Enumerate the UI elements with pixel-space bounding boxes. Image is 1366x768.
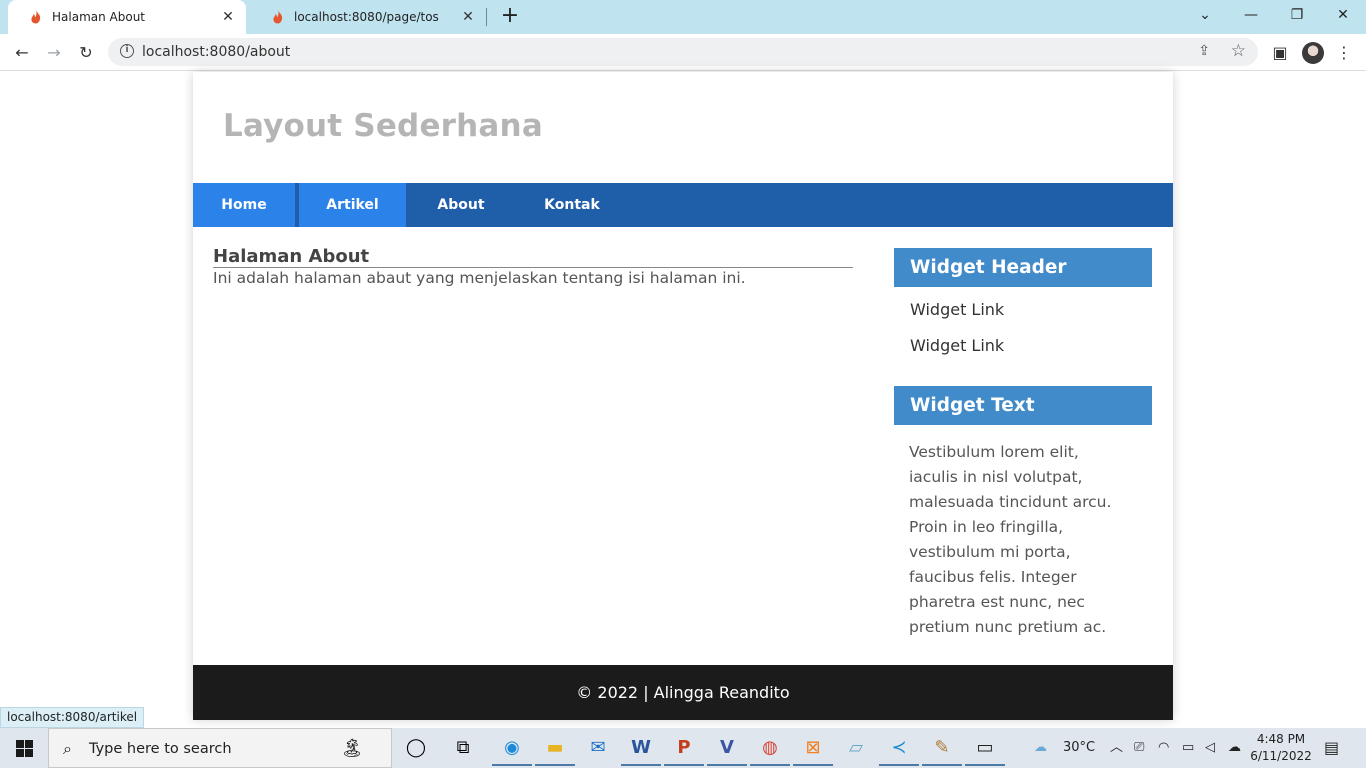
show-hidden-icons-icon[interactable]: ︿ bbox=[1110, 728, 1123, 768]
tab-search-icon[interactable]: ⌄ bbox=[1182, 4, 1228, 30]
volume-icon[interactable]: ◁ bbox=[1205, 728, 1215, 768]
battery-icon[interactable]: ▭ bbox=[1182, 728, 1194, 768]
terminal-icon[interactable]: ▭ bbox=[965, 732, 1005, 766]
edge-icon[interactable]: ◉ bbox=[492, 732, 532, 766]
tab-page-tos[interactable]: localhost:8080/page/tos ✕ bbox=[250, 0, 486, 34]
restore-button[interactable]: ❐ bbox=[1274, 4, 1320, 30]
share-icon[interactable]: ⇪ bbox=[1198, 43, 1210, 59]
windows-taskbar: ⌕ Type here to search 🏝 ◯ ⧉ ◉ ▬ ✉ W P V … bbox=[0, 728, 1366, 768]
notification-center-icon[interactable]: ▤ bbox=[1324, 728, 1339, 768]
paint-icon[interactable]: ✎ bbox=[922, 732, 962, 766]
main-navbar: Home Artikel About Kontak bbox=[193, 183, 1173, 227]
widget-header-title: Widget Header bbox=[894, 248, 1152, 287]
search-icon: ⌕ bbox=[63, 739, 72, 758]
article-heading: Halaman About bbox=[213, 247, 853, 268]
article-body: Ini adalah halaman abaut yang menjelaska… bbox=[213, 269, 746, 287]
sidebar: Widget Header Widget Link Widget Link Wi… bbox=[894, 248, 1152, 640]
vscode-icon[interactable]: ≺ bbox=[879, 732, 919, 766]
back-button[interactable]: ← bbox=[8, 39, 36, 67]
search-placeholder: Type here to search bbox=[89, 741, 232, 757]
address-url[interactable]: localhost:8080/about bbox=[142, 38, 290, 66]
page-container: Layout Sederhana Home Artikel About Kont… bbox=[193, 72, 1173, 720]
browser-menu-icon[interactable]: ⋮ bbox=[1330, 39, 1358, 67]
browser-tab-strip: Halaman About ✕ localhost:8080/page/tos … bbox=[0, 0, 1366, 34]
clock-time: 4:48 PM bbox=[1256, 732, 1306, 746]
new-tab-button[interactable]: + bbox=[498, 5, 522, 29]
taskbar-clock[interactable]: 4:48 PM 6/11/2022 bbox=[1248, 731, 1314, 765]
widget-link[interactable]: Widget Link bbox=[910, 328, 1152, 364]
temperature-label[interactable]: 30°C bbox=[1063, 728, 1095, 768]
tab-title: Halaman About bbox=[52, 10, 146, 24]
widget-text-body: Vestibulum lorem elit, iaculis in nisl v… bbox=[909, 443, 1112, 636]
tab-halaman-about[interactable]: Halaman About ✕ bbox=[8, 0, 246, 34]
close-window-button[interactable]: ✕ bbox=[1320, 4, 1366, 30]
bookmark-star-icon[interactable]: ☆ bbox=[1231, 41, 1246, 61]
reload-button[interactable]: ↻ bbox=[72, 39, 100, 67]
side-panel-icon[interactable]: ▣ bbox=[1266, 39, 1294, 67]
visio-icon[interactable]: V bbox=[707, 732, 747, 766]
link-status-bubble: localhost:8080/artikel bbox=[0, 707, 145, 728]
chrome-icon[interactable]: ◍ bbox=[750, 732, 790, 766]
page-viewport: Layout Sederhana Home Artikel About Kont… bbox=[0, 72, 1366, 768]
widget-text-title: Widget Text bbox=[894, 386, 1152, 425]
main-content: Halaman About Ini adalah halaman abaut y… bbox=[213, 247, 853, 288]
wifi-icon[interactable]: ◠ bbox=[1158, 728, 1169, 768]
windows-start-button[interactable] bbox=[0, 728, 48, 768]
close-tab-icon[interactable]: ✕ bbox=[216, 9, 240, 25]
nav-artikel[interactable]: Artikel bbox=[299, 183, 406, 227]
site-footer: © 2022 | Alingga Reandito bbox=[193, 665, 1173, 720]
codeigniter-flame-icon bbox=[31, 10, 41, 24]
word-icon[interactable]: W bbox=[621, 732, 661, 766]
tab-divider bbox=[486, 8, 487, 26]
minimize-button[interactable]: — bbox=[1228, 4, 1274, 30]
file-explorer-icon[interactable]: ▬ bbox=[535, 732, 575, 766]
widget-link[interactable]: Widget Link bbox=[910, 292, 1152, 328]
browser-toolbar: ← → ↻ i localhost:8080/about ⇪ ☆ ▣ ⋮ bbox=[0, 34, 1366, 71]
tab-title: localhost:8080/page/tos bbox=[294, 10, 439, 24]
powerpoint-icon[interactable]: P bbox=[664, 732, 704, 766]
cortana-icon[interactable]: ◯ bbox=[396, 732, 436, 766]
weather-icon[interactable]: ☁ bbox=[1034, 728, 1047, 768]
task-view-icon[interactable]: ⧉ bbox=[443, 732, 483, 766]
address-bar[interactable]: i localhost:8080/about ⇪ ☆ bbox=[108, 38, 1258, 66]
clock-date: 6/11/2022 bbox=[1250, 749, 1312, 763]
taskbar-search-box[interactable]: ⌕ Type here to search 🏝 bbox=[48, 728, 392, 768]
meet-now-icon[interactable]: ⎚ bbox=[1134, 728, 1144, 768]
close-tab-icon[interactable]: ✕ bbox=[456, 9, 480, 25]
widget-links: Widget Link Widget Link bbox=[894, 287, 1152, 370]
xampp-icon[interactable]: ⊠ bbox=[793, 732, 833, 766]
forward-button[interactable]: → bbox=[40, 39, 68, 67]
site-info-icon[interactable]: i bbox=[120, 44, 134, 58]
nav-home[interactable]: Home bbox=[193, 183, 295, 227]
codeigniter-flame-icon bbox=[273, 10, 283, 24]
search-highlight-icon[interactable]: 🏝 bbox=[313, 731, 391, 767]
nav-kontak[interactable]: Kontak bbox=[516, 183, 628, 227]
profile-avatar[interactable] bbox=[1302, 42, 1324, 64]
mail-icon[interactable]: ✉ bbox=[578, 732, 618, 766]
nav-about[interactable]: About bbox=[406, 183, 516, 227]
notepad-icon[interactable]: ▱ bbox=[836, 732, 876, 766]
onedrive-icon[interactable]: ☁ bbox=[1228, 728, 1241, 768]
site-title: Layout Sederhana bbox=[223, 108, 543, 144]
site-header: Layout Sederhana bbox=[193, 72, 1173, 183]
